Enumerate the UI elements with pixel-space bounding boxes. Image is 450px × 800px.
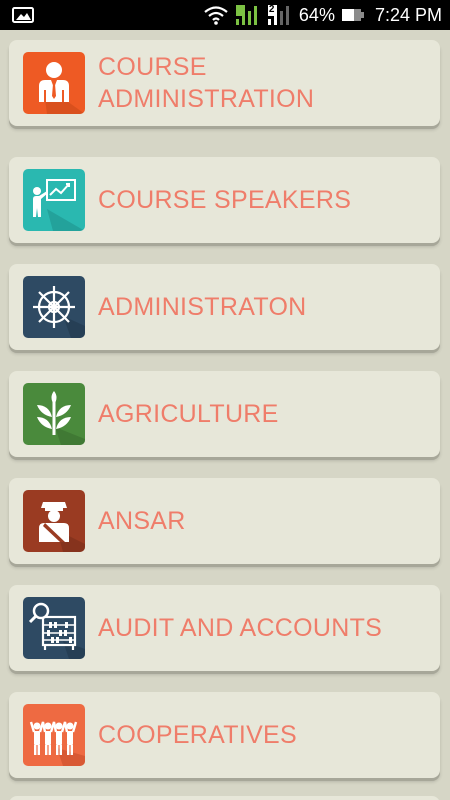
person-tie-icon [23,52,85,114]
gallery-icon [12,6,34,24]
menu-item-course-speakers[interactable]: COURSE SPEAKERS [9,157,440,243]
status-bar: 2 64% 7:24 PM [0,0,450,30]
menu-item-ansar[interactable]: ANSAR [9,478,440,564]
people-group-icon [23,704,85,766]
menu-item-label: COOPERATIVES [98,721,298,749]
menu-item-label: ANSAR [98,507,186,535]
menu-item-partial[interactable] [9,796,440,800]
menu-item-label: AUDIT AND ACCOUNTS [98,614,383,642]
plant-sprout-icon [23,383,85,445]
signal-sim2-icon: 2 [267,4,293,26]
menu-item-label: ADMINISTRATON [98,293,307,321]
menu-item-label: AGRICULTURE [98,400,279,428]
status-time: 7:24 PM [374,4,442,25]
guard-officer-icon [23,490,85,552]
menu-item-label: COURSE SPEAKERS [98,186,352,214]
menu-item-label: COURSE ADMINISTRATION [98,53,315,113]
menu-list: COURSE ADMINISTRATION COURSE SPEAKERS AD… [0,30,450,800]
menu-item-agriculture[interactable]: AGRICULTURE [9,371,440,457]
signal-sim1-icon [235,4,261,26]
menu-item-administraton[interactable]: ADMINISTRATON [9,264,440,350]
wifi-icon [203,5,229,25]
menu-item-cooperatives[interactable]: COOPERATIVES [9,692,440,778]
abacus-magnifier-icon [23,597,85,659]
menu-item-course-administration[interactable]: COURSE ADMINISTRATION [9,40,440,126]
battery-percent: 64% [298,4,335,25]
sim2-label: 2 [268,4,275,15]
presenter-board-icon [23,169,85,231]
ship-wheel-icon [23,276,85,338]
battery-icon [341,7,365,23]
menu-item-audit-and-accounts[interactable]: AUDIT AND ACCOUNTS [9,585,440,671]
